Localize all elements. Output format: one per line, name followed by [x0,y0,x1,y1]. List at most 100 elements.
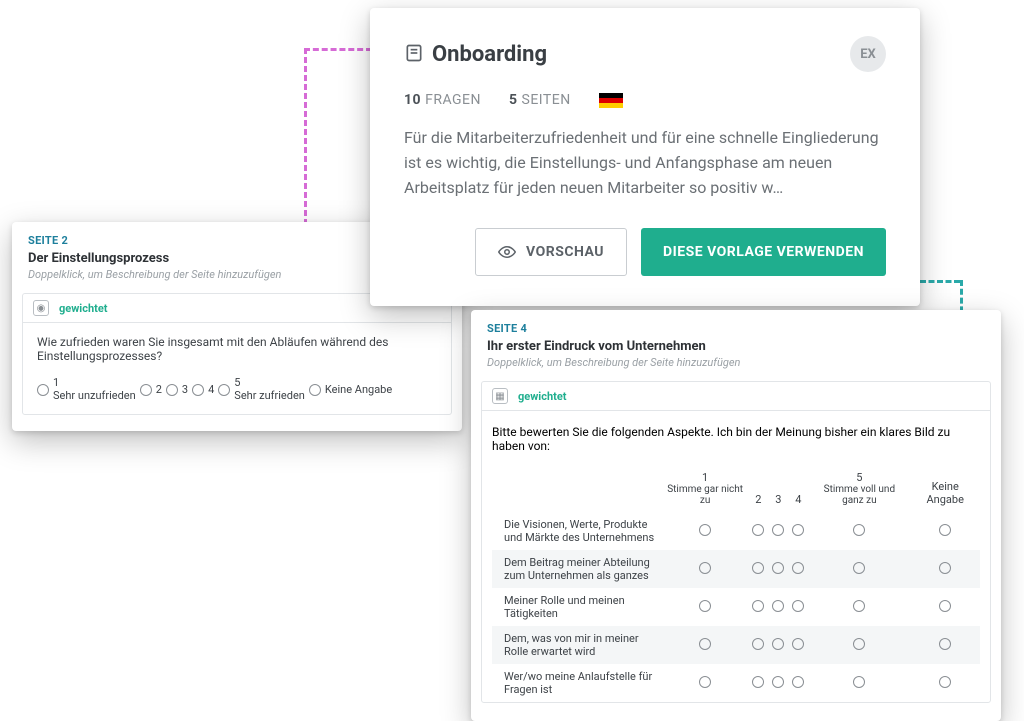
matrix-header-row: 1Stimme gar nicht zu 2 3 4 5Stimme voll … [492,465,980,512]
ex-badge: EX [850,36,886,72]
matrix-cell[interactable] [910,664,980,702]
likert-option-3[interactable]: 3 [166,383,188,396]
matrix-cell[interactable] [748,588,768,626]
likert-option-5[interactable]: 5Sehr zufrieden [218,377,305,402]
question-body: Wie zufrieden waren Sie insgesamt mit de… [23,323,451,414]
radio-icon [853,524,865,536]
matrix-cell[interactable] [808,626,910,664]
radio-icon [772,676,784,688]
matrix-row: Wer/wo meine Anlaufstelle für Fragen ist [492,664,980,702]
matrix-cell[interactable] [748,626,768,664]
radio-icon [772,562,784,574]
template-header-card: Onboarding EX 10FRAGEN 5SEITEN Für die M… [370,8,920,306]
radio-icon [752,600,764,612]
radio-icon [699,562,711,574]
matrix-table: 1Stimme gar nicht zu 2 3 4 5Stimme voll … [492,465,980,702]
matrix-col-3: 3 [768,465,788,512]
likert-option-2[interactable]: 2 [140,383,162,396]
preview-button[interactable]: VORSCHAU [475,228,627,276]
matrix-cell[interactable] [768,512,788,550]
radio-icon [309,384,321,396]
matrix-cell[interactable] [910,550,980,588]
matrix-col-5: 5Stimme voll und ganz zu [808,465,910,512]
radio-icon [792,600,804,612]
template-description: Für die Mitarbeiterzufriedenheit und für… [404,126,886,200]
matrix-cell[interactable] [662,664,748,702]
radio-icon [699,638,711,650]
question-text: Bitte bewerten Sie die folgenden Aspekte… [492,425,980,453]
matrix-row-label: Meiner Rolle und meinen Tätigkeiten [492,588,662,626]
radio-icon [853,562,865,574]
matrix-cell[interactable] [748,550,768,588]
radio-icon [939,676,951,688]
matrix-cell[interactable] [788,664,808,702]
matrix-col-na: Keine Angabe [910,465,980,512]
likert-row: 1Sehr unzufrieden 2 3 4 5Sehr zufrieden … [37,377,437,402]
question-block: ▦ gewichtet Bitte bewerten Sie die folge… [481,381,991,703]
matrix-row-label: Die Visionen, Werte, Produkte und Märkte… [492,512,662,550]
matrix-row-label: Dem Beitrag meiner Abteilung zum Unterne… [492,550,662,588]
matrix-cell[interactable] [788,588,808,626]
matrix-row: Meiner Rolle und meinen Tätigkeiten [492,588,980,626]
matrix-cell[interactable] [748,512,768,550]
matrix-row: Dem Beitrag meiner Abteilung zum Unterne… [492,550,980,588]
matrix-cell[interactable] [788,512,808,550]
radio-icon [218,384,230,396]
matrix-row: Dem, was von mir in meiner Rolle erwarte… [492,626,980,664]
matrix-cell[interactable] [910,588,980,626]
matrix-cell[interactable] [910,512,980,550]
matrix-cell[interactable] [768,588,788,626]
matrix-cell[interactable] [662,626,748,664]
radio-icon [166,384,178,396]
matrix-cell[interactable] [768,550,788,588]
radio-icon [939,600,951,612]
radio-icon [772,638,784,650]
radio-icon [853,676,865,688]
radio-icon [853,638,865,650]
radio-icon [939,524,951,536]
radio-icon [699,676,711,688]
matrix-cell[interactable] [662,512,748,550]
matrix-cell[interactable] [662,588,748,626]
radio-icon [192,384,204,396]
matrix-cell[interactable] [808,512,910,550]
matrix-cell[interactable] [748,664,768,702]
matrix-cell[interactable] [808,588,910,626]
question-block: ◉ gewichtet Wie zufrieden waren Sie insg… [22,293,452,415]
question-body: Bitte bewerten Sie die folgenden Aspekte… [482,411,990,702]
radio-icon [752,562,764,574]
matrix-cell[interactable] [768,664,788,702]
matrix-icon: ▦ [492,388,508,404]
radio-icon [140,384,152,396]
matrix-row-label: Dem, was von mir in meiner Rolle erwarte… [492,626,662,664]
radio-icon [792,638,804,650]
matrix-cell[interactable] [910,626,980,664]
survey-icon [404,43,424,63]
survey-page-4-card: SEITE 4 Ihr erster Eindruck vom Unterneh… [471,310,1001,721]
radio-icon [699,524,711,536]
radio-icon [792,676,804,688]
matrix-cell[interactable] [808,664,910,702]
question-text: Wie zufrieden waren Sie insgesamt mit de… [37,335,437,363]
matrix-cell[interactable] [788,626,808,664]
likert-option-na[interactable]: Keine Angabe [309,383,392,396]
radio-icon [752,524,764,536]
likert-option-1[interactable]: 1Sehr unzufrieden [37,377,136,402]
pages-count: 5SEITEN [509,92,571,108]
matrix-cell[interactable] [662,550,748,588]
weighted-tag: gewichtet [59,302,108,315]
flag-de-icon [599,93,623,108]
matrix-col-1: 1Stimme gar nicht zu [662,465,748,512]
matrix-cell[interactable] [788,550,808,588]
use-template-button[interactable]: DIESE VORLAGE VERWENDEN [641,228,886,276]
radio-icon [752,676,764,688]
radio-icon [853,600,865,612]
likert-option-4[interactable]: 4 [192,383,214,396]
page-subtitle[interactable]: Doppelklick, um Beschreibung der Seite h… [471,354,1001,381]
radio-icon [792,524,804,536]
connector-pink-v [304,48,307,234]
matrix-row: Die Visionen, Werte, Produkte und Märkte… [492,512,980,550]
matrix-cell[interactable] [768,626,788,664]
matrix-cell[interactable] [808,550,910,588]
radio-icon [772,600,784,612]
